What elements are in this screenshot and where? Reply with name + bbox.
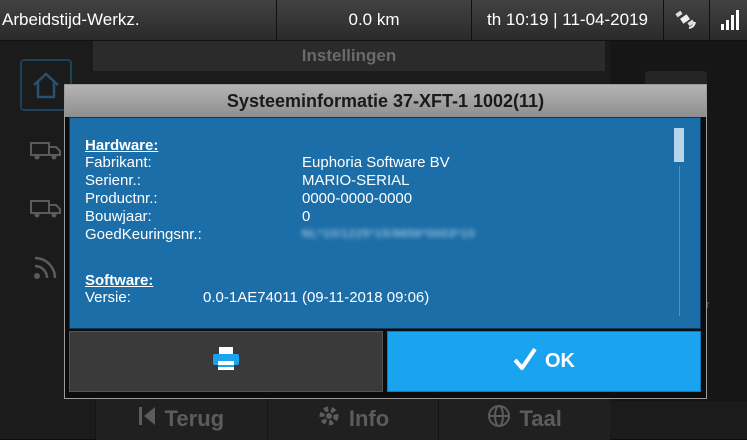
info-value: 0 (302, 208, 311, 225)
globe-icon (487, 404, 511, 434)
satellite-icon (664, 0, 710, 40)
info-key: Bouwjaar: (85, 208, 152, 225)
scrollbar-thumb[interactable] (674, 128, 684, 162)
ok-button[interactable]: OK (387, 331, 701, 392)
hardware-heading: Hardware: (85, 137, 159, 154)
info-key: GoedKeuringsnr.: (85, 226, 202, 243)
print-button[interactable] (69, 331, 383, 392)
info-button[interactable]: Info (266, 398, 439, 440)
info-row: Bouwjaar: 0 (85, 208, 665, 225)
dialog-title: Systeeminformatie 37-XFT-1 1002(11) (65, 85, 706, 117)
language-button[interactable]: Taal (438, 398, 611, 440)
settings-title: Instellingen (93, 41, 605, 71)
back-label: Terug (164, 406, 225, 431)
info-key: Serienr.: (85, 172, 141, 189)
system-info-content[interactable]: Hardware: Fabrikant: Euphoria Software B… (69, 117, 701, 329)
back-button[interactable]: Terug (95, 398, 267, 440)
info-value: Euphoria Software BV (302, 154, 450, 171)
scrollbar-track[interactable] (679, 166, 680, 316)
info-label: Info (348, 406, 390, 431)
info-row: Serienr.: MARIO-SERIAL (85, 172, 665, 189)
ok-label: OK (545, 350, 575, 372)
distance-readout: 0.0 km (277, 0, 472, 40)
info-key: Versie: (85, 289, 131, 306)
gear-icon (317, 404, 341, 434)
software-heading: Software: (85, 272, 154, 289)
info-key: Fabrikant: (85, 154, 152, 171)
datetime-readout: th 10:19 | 11-04-2019 (472, 0, 664, 40)
approval-number-value: NL*10/1225*15/9656*0003*10 (302, 228, 476, 240)
bottom-navigation: Terug Info Taal (95, 398, 611, 440)
info-value: 0000-0000-0000 (302, 190, 413, 207)
info-row: Fabrikant: Euphoria Software BV (85, 154, 665, 171)
dialog-footer: OK (69, 331, 701, 392)
info-row: GoedKeuringsnr.: NL*10/1225*15/9656*0003… (85, 226, 665, 243)
info-key: Productnr.: (85, 190, 158, 207)
info-row: Productnr.: 0000-0000-0000 (85, 190, 665, 207)
signal-bars-icon (710, 0, 747, 40)
printer-icon (212, 346, 240, 377)
system-info-dialog: Systeeminformatie 37-XFT-1 1002(11) Hard… (64, 84, 707, 399)
back-arrow-icon (138, 406, 157, 432)
work-mode-status[interactable]: Arbeidstijd-Werkz. (0, 0, 277, 40)
checkmark-icon (513, 347, 537, 377)
info-value: MARIO-SERIAL (302, 172, 410, 189)
info-row: Versie: 0.0-1AE74011 (09-11-2018 09:06) (85, 289, 665, 306)
info-value: 0.0-1AE74011 (09-11-2018 09:06) (203, 289, 430, 306)
language-label: Taal (519, 406, 562, 431)
status-bar: Arbeidstijd-Werkz. 0.0 km th 10:19 | 11-… (0, 0, 747, 41)
